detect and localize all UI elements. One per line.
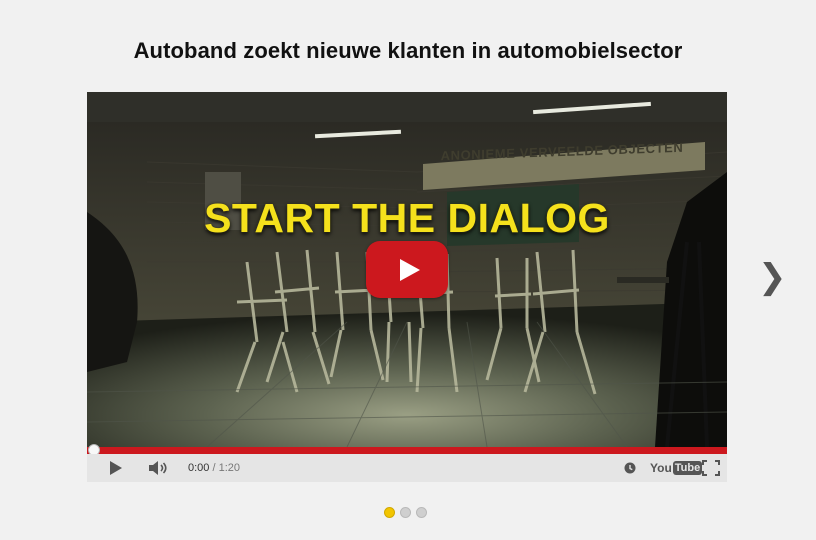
video-controls: 0:00 / 1:20 You Tube bbox=[87, 454, 727, 482]
duration: 1:20 bbox=[218, 462, 241, 474]
video-overlay-title: START THE DIALOG bbox=[204, 195, 610, 241]
youtube-logo[interactable]: You Tube bbox=[650, 460, 703, 476]
fullscreen-button[interactable] bbox=[700, 454, 722, 482]
mute-button[interactable] bbox=[147, 454, 171, 482]
fullscreen-icon bbox=[702, 460, 720, 476]
time-display: 0:00 / 1:20 bbox=[188, 454, 240, 482]
carousel-dot-3[interactable] bbox=[416, 507, 427, 518]
youtube-play-button[interactable] bbox=[366, 241, 448, 298]
carousel-dot-2[interactable] bbox=[400, 507, 411, 518]
play-button[interactable] bbox=[105, 454, 127, 482]
watch-later-button[interactable] bbox=[622, 454, 638, 482]
slide-title: Autoband zoekt nieuwe klanten in automob… bbox=[133, 38, 683, 63]
video-thumbnail[interactable]: ANONIEME VERVEELDE OBJECTEN START THE DI… bbox=[87, 92, 727, 447]
play-icon bbox=[399, 258, 420, 281]
volume-icon bbox=[149, 461, 167, 475]
carousel-next-arrow[interactable]: ❯ bbox=[758, 258, 787, 296]
video-player[interactable]: ANONIEME VERVEELDE OBJECTEN START THE DI… bbox=[87, 92, 727, 482]
progress-bar[interactable] bbox=[87, 447, 727, 454]
youtube-logo-you: You bbox=[650, 461, 672, 475]
watch-later-icon bbox=[624, 462, 636, 474]
time-separator: / bbox=[209, 462, 219, 474]
current-time: 0:00 bbox=[188, 462, 210, 474]
play-icon bbox=[110, 461, 122, 475]
youtube-logo-tube: Tube bbox=[672, 461, 703, 475]
carousel-pagination bbox=[384, 507, 427, 518]
carousel-dot-1[interactable] bbox=[384, 507, 395, 518]
